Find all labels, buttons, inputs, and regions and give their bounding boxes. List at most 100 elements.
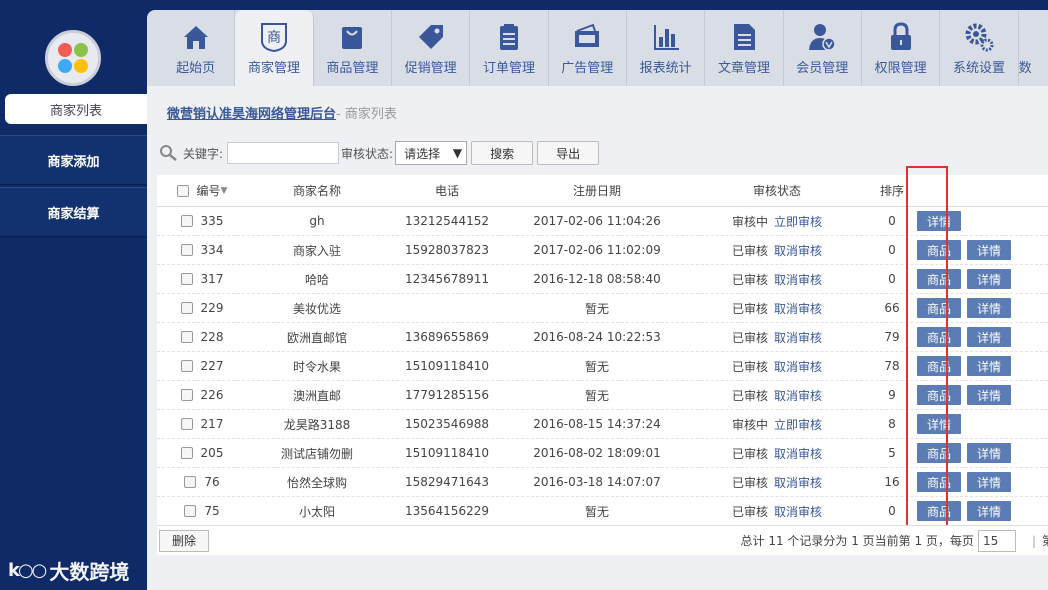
row-id-cell: 226 [157, 388, 247, 402]
audit-action-link[interactable]: 取消审核 [774, 447, 822, 461]
audit-action-link[interactable]: 立即审核 [774, 215, 822, 229]
products-button[interactable]: 商品 [917, 501, 962, 521]
table-row: 226 澳洲直邮 17791285156 暂无 已审核 取消审核 9 商品 详情 [157, 381, 1048, 410]
sort-value: 5 [888, 446, 896, 460]
details-button[interactable]: 详情 [917, 414, 962, 434]
tag-icon [418, 25, 443, 49]
audit-status-cell: 审核中 立即审核 [687, 416, 867, 433]
breadcrumb: 微营销认准昊海网络管理后台- 商家列表 [167, 103, 397, 122]
table-header: 编号 ▼ 商家名称 电话 注册日期 审核状态 排序 [157, 175, 1048, 207]
row-checkbox[interactable] [180, 331, 193, 343]
tab-settings[interactable]: 系统设置 [940, 10, 1019, 86]
card-icon [575, 23, 600, 47]
audit-action-link[interactable]: 取消审核 [774, 360, 822, 374]
row-checkbox[interactable] [180, 360, 193, 372]
sidebar-item-merchant-list[interactable]: 商家列表 [5, 94, 147, 124]
products-button[interactable]: 商品 [917, 298, 962, 318]
sidebar-item-merchant-add[interactable]: 商家添加 [0, 135, 147, 185]
audit-status: 已审核 [731, 504, 768, 519]
table-row: 75 小太阳 13564156229 暂无 已审核 取消审核 0 商品 详情 [157, 497, 1048, 526]
sidebar-item-label: 商家列表 [49, 103, 102, 119]
keyword-input[interactable] [227, 142, 340, 164]
header-id[interactable]: 编号 ▼ [157, 182, 247, 199]
register-date: 暂无 [584, 359, 609, 374]
status-select[interactable]: 请选择 ▼ [395, 141, 468, 165]
breadcrumb-separator: - [336, 107, 345, 122]
row-checkbox[interactable] [180, 273, 193, 285]
products-button[interactable]: 商品 [917, 443, 962, 463]
audit-action-link[interactable]: 取消审核 [774, 273, 822, 287]
table-row: 227 时令水果 15109118410 暂无 已审核 取消审核 78 商品 详情 [157, 352, 1048, 381]
register-date: 2016-08-24 10:22:53 [533, 330, 661, 344]
audit-action-link[interactable]: 立即审核 [774, 418, 822, 432]
details-button[interactable]: 详情 [967, 269, 1012, 289]
row-id-cell: 217 [157, 417, 247, 431]
audit-action-link[interactable]: 取消审核 [774, 389, 822, 403]
header-phone: 电话 [434, 184, 459, 198]
merchant-phone: 15023546988 [405, 417, 489, 431]
details-button[interactable]: 详情 [967, 385, 1012, 405]
tab-reports[interactable]: 报表统计 [627, 10, 706, 86]
user-icon [809, 24, 837, 51]
row-checkbox[interactable] [180, 302, 193, 314]
row-checkbox[interactable] [184, 505, 197, 517]
audit-status: 已审核 [731, 330, 768, 345]
register-date: 2017-02-06 11:02:09 [533, 243, 661, 257]
details-button[interactable]: 详情 [967, 298, 1012, 318]
details-button[interactable]: 详情 [967, 472, 1012, 492]
row-checkbox[interactable] [180, 244, 193, 256]
products-button[interactable]: 商品 [917, 472, 962, 492]
delete-button[interactable]: 删除 [159, 529, 210, 552]
audit-status-cell: 已审核 取消审核 [687, 329, 867, 346]
products-button[interactable]: 商品 [917, 356, 962, 376]
breadcrumb-root-link[interactable]: 微营销认准昊海网络管理后台 [167, 107, 336, 122]
products-button[interactable]: 商品 [917, 385, 962, 405]
audit-action-link[interactable]: 取消审核 [774, 244, 822, 258]
tab-permissions[interactable]: 权限管理 [862, 10, 941, 86]
tab-members[interactable]: 会员管理 [784, 10, 862, 86]
audit-status-cell: 已审核 取消审核 [687, 474, 867, 491]
audit-action-link[interactable]: 取消审核 [774, 505, 822, 519]
tab-home[interactable]: 起始页 [157, 10, 236, 86]
audit-action-link[interactable]: 取消审核 [774, 302, 822, 316]
sort-arrow-icon[interactable]: ▼ [221, 186, 228, 196]
details-button[interactable]: 详情 [917, 211, 962, 231]
page-size-input[interactable]: 15 [977, 529, 1016, 552]
tab-merchant[interactable]: 商 商家管理 [235, 10, 314, 86]
table-row: 228 欧洲直邮馆 13689655869 2016-08-24 10:22:53 已审… [157, 323, 1048, 352]
search-button[interactable]: 搜索 [471, 141, 534, 165]
row-actions: 商品 详情 [917, 501, 1048, 521]
audit-action-link[interactable]: 取消审核 [774, 476, 822, 490]
tab-products[interactable]: 商品管理 [314, 10, 392, 86]
row-checkbox[interactable] [180, 447, 193, 459]
row-checkbox[interactable] [180, 215, 193, 227]
sidebar-item-merchant-settlement[interactable]: 商家结算 [0, 187, 147, 237]
row-checkbox[interactable] [180, 389, 193, 401]
export-button[interactable]: 导出 [537, 141, 600, 165]
row-id-cell: 75 [157, 504, 247, 518]
tab-ads[interactable]: 广告管理 [549, 10, 627, 86]
details-button[interactable]: 详情 [967, 240, 1012, 260]
products-button[interactable]: 商品 [917, 240, 962, 260]
details-button[interactable]: 详情 [967, 356, 1012, 376]
details-button[interactable]: 详情 [967, 443, 1012, 463]
tab-articles[interactable]: 文章管理 [705, 10, 784, 86]
nav-bar: 起始页 商 商家管理 商品管理 促销管理 订单管理 广告管理 报表统计 文章管理 [147, 10, 1048, 86]
row-checkbox[interactable] [180, 418, 193, 430]
audit-action-link[interactable]: 取消审核 [774, 331, 822, 345]
select-all-checkbox[interactable] [176, 184, 189, 197]
products-button[interactable]: 商品 [917, 327, 962, 347]
app-logo [45, 30, 101, 86]
row-checkbox[interactable] [184, 476, 197, 488]
details-button[interactable]: 详情 [967, 501, 1012, 521]
details-button[interactable]: 详情 [967, 327, 1012, 347]
merchant-name: 商家入驻 [292, 243, 341, 258]
tab-orders[interactable]: 订单管理 [470, 10, 549, 86]
products-button[interactable]: 商品 [917, 269, 962, 289]
merchant-name: 哈哈 [304, 272, 329, 287]
register-date: 暂无 [584, 504, 609, 519]
tab-promotions[interactable]: 促销管理 [392, 10, 471, 86]
tab-label: 系统设置 [952, 61, 1005, 76]
table-row: 229 美妆优选 暂无 已审核 取消审核 66 商品 详情 [157, 294, 1048, 323]
tab-overflow[interactable]: 数 [1019, 10, 1048, 86]
